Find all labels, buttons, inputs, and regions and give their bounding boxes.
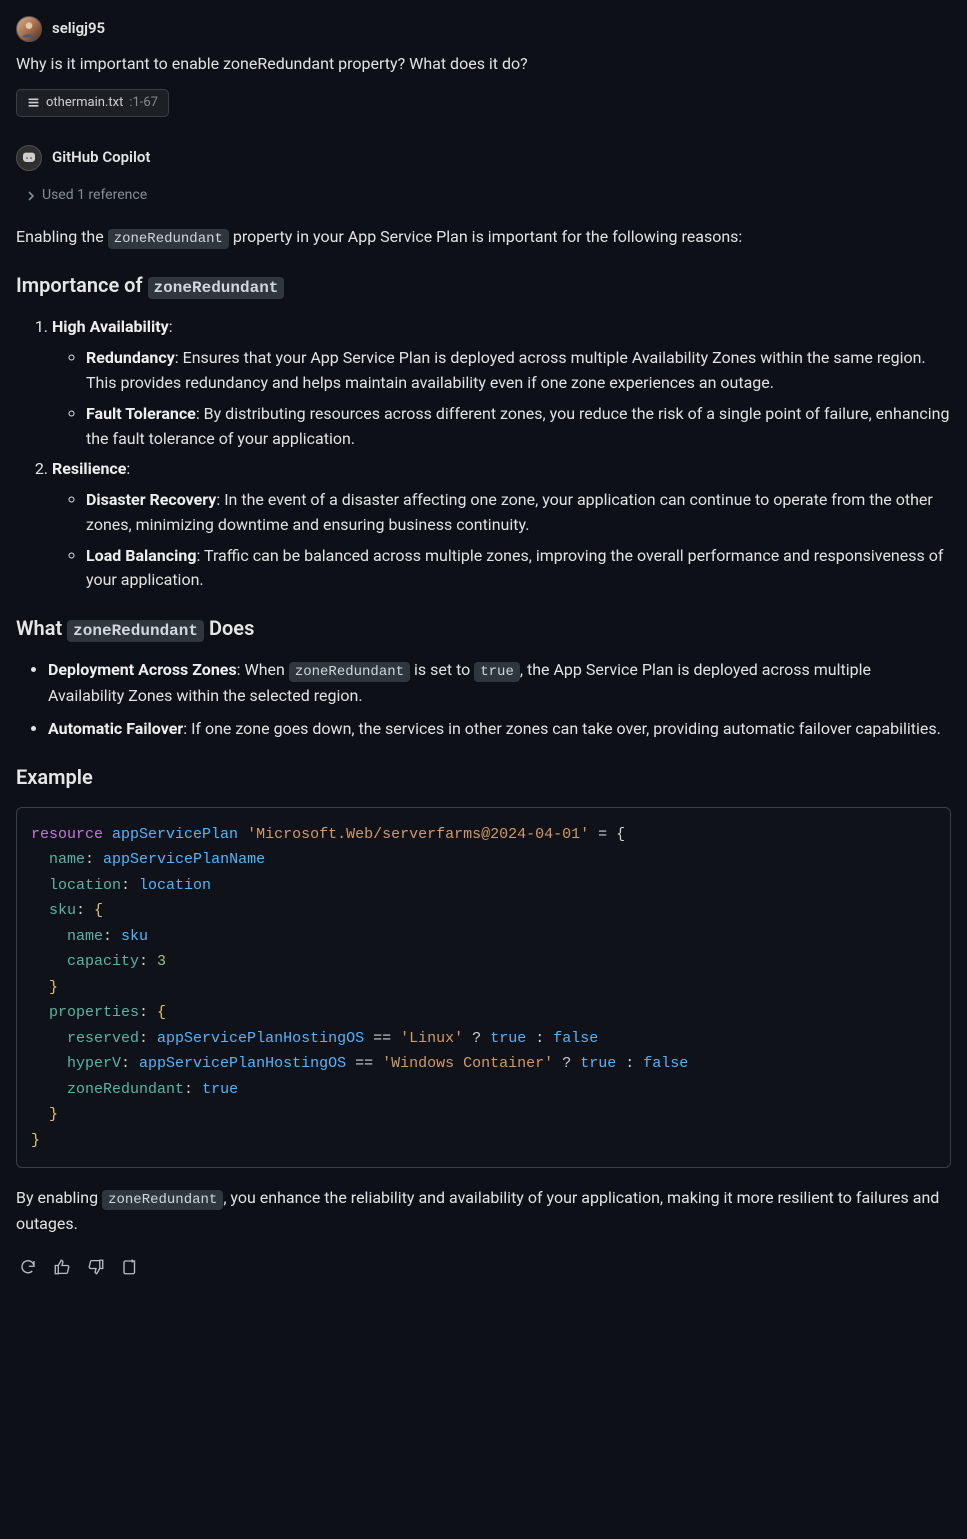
assistant-answer: Enabling the zoneRedundant property in y… — [16, 225, 951, 1237]
copilot-avatar — [16, 145, 42, 171]
copilot-icon — [21, 150, 37, 166]
code-zoneredundant: zoneRedundant — [108, 229, 229, 249]
heading-importance: Importance of zoneRedundant — [16, 270, 951, 301]
what-item-1: Deployment Across Zones: When zoneRedund… — [48, 658, 951, 708]
user-avatar — [16, 16, 42, 42]
thumbs-up-icon — [53, 1258, 71, 1276]
importance-2-sub-2: Load Balancing: Traffic can be balanced … — [86, 544, 951, 594]
importance-item-1: High Availability: Redundancy: Ensures t… — [52, 315, 951, 451]
insert-button[interactable] — [120, 1257, 140, 1277]
insert-icon — [121, 1258, 139, 1276]
what-item-2: Automatic Failover: If one zone goes dow… — [48, 717, 951, 742]
code-block-example[interactable]: resource appServicePlan 'Microsoft.Web/s… — [16, 807, 951, 1169]
heading-what-does: What zoneRedundant Does — [16, 613, 951, 644]
assistant-name: GitHub Copilot — [52, 146, 150, 169]
refresh-icon — [19, 1258, 37, 1276]
thumbs-down-icon — [87, 1258, 105, 1276]
importance-1-sub-2: Fault Tolerance: By distributing resourc… — [86, 402, 951, 452]
user-name: seligj95 — [52, 17, 105, 40]
user-question: Why is it important to enable zoneRedund… — [16, 52, 951, 77]
importance-item-2: Resilience: Disaster Recovery: In the ev… — [52, 457, 951, 593]
chevron-right-icon — [26, 191, 36, 201]
message-actions — [16, 1251, 951, 1279]
file-chip-name: othermain.txt — [46, 93, 123, 113]
outro-paragraph: By enabling zoneRedundant, you enhance t… — [16, 1186, 951, 1236]
importance-list: High Availability: Redundancy: Ensures t… — [16, 315, 951, 593]
assistant-header: GitHub Copilot — [16, 145, 951, 171]
file-reference-chip[interactable]: othermain.txt :1-67 — [16, 89, 169, 117]
assistant-message: GitHub Copilot Used 1 reference Enabling… — [16, 145, 951, 1279]
intro-paragraph: Enabling the zoneRedundant property in y… — [16, 225, 951, 251]
heading-example: Example — [16, 762, 951, 793]
importance-2-sub-1: Disaster Recovery: In the event of a dis… — [86, 488, 951, 538]
thumbs-up-button[interactable] — [52, 1257, 72, 1277]
importance-1-sub-1: Redundancy: Ensures that your App Servic… — [86, 346, 951, 396]
what-does-list: Deployment Across Zones: When zoneRedund… — [16, 658, 951, 741]
used-reference-label: Used 1 reference — [42, 185, 147, 207]
user-message: seligj95 Why is it important to enable z… — [16, 16, 951, 117]
file-chip-lines: :1-67 — [129, 93, 158, 113]
used-reference-toggle[interactable]: Used 1 reference — [26, 185, 147, 207]
regenerate-button[interactable] — [18, 1257, 38, 1277]
list-icon — [27, 96, 40, 109]
thumbs-down-button[interactable] — [86, 1257, 106, 1277]
user-header: seligj95 — [16, 16, 951, 42]
